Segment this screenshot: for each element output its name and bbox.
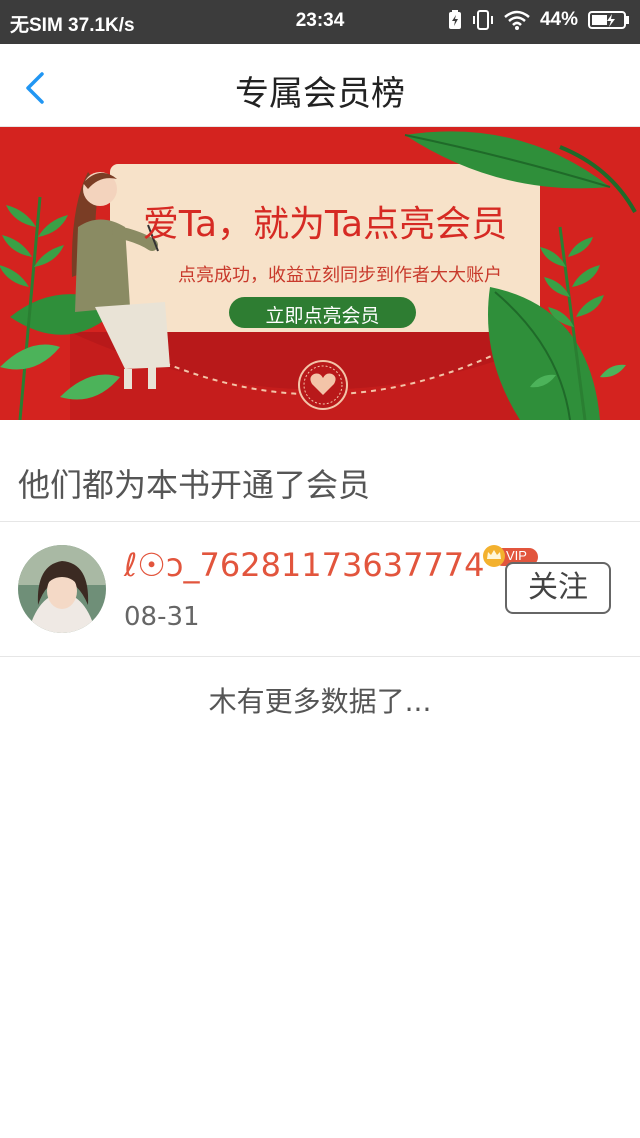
wifi-icon [504, 10, 530, 30]
avatar[interactable] [18, 545, 106, 633]
battery-percent: 44% [539, 9, 578, 30]
member-name[interactable]: ℓ☉ɔ_76281173637774 [124, 546, 485, 584]
divider [0, 656, 640, 657]
no-more-data-text: 木有更多数据了... [208, 685, 432, 718]
member-date: 08-31 [124, 602, 200, 632]
list-item[interactable]: ℓ☉ɔ_76281173637774 VIP 08-31 关注 [0, 522, 640, 656]
banner-headline: 爱Ta，就为Ta点亮会员 [142, 204, 508, 245]
battery-icon [588, 11, 629, 29]
section-title: 他们都为本书开通了会员 [18, 466, 371, 504]
promo-banner[interactable]: 爱Ta，就为Ta点亮会员 点亮成功，收益立刻同步到作者大大账户 立即点亮会员 [0, 127, 640, 420]
vibrate-icon [472, 10, 493, 30]
page-title: 专属会员榜 [235, 74, 405, 114]
nav-bar: 专属会员榜 [0, 44, 640, 127]
banner-subline: 点亮成功，收益立刻同步到作者大大账户 [178, 265, 502, 286]
vip-badge-label: VIP [506, 548, 527, 563]
light-up-button-label: 立即点亮会员 [265, 305, 380, 327]
light-up-button[interactable]: 立即点亮会员 [229, 297, 416, 328]
avatar-image [18, 545, 106, 633]
charging-icon [448, 10, 461, 29]
follow-button[interactable]: 关注 [505, 562, 611, 614]
status-bar: 无SIM 37.1K/s 23:34 44% [0, 0, 640, 44]
